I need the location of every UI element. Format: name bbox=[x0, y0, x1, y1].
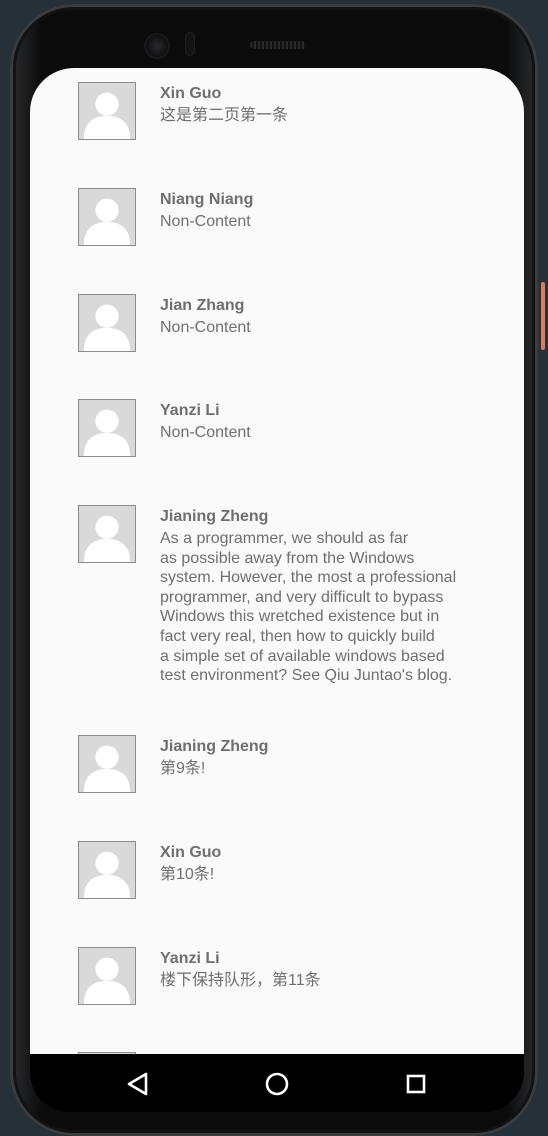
message-line: system. However, the most a professional bbox=[160, 569, 457, 587]
message-content: Non-Content bbox=[160, 212, 480, 232]
author-name: Yanzi Li bbox=[160, 950, 220, 967]
message-line: a simple set of available windows based bbox=[160, 647, 445, 665]
message-content: As a programmer, we should as far as pos… bbox=[160, 529, 480, 686]
default-user-avatar-icon bbox=[78, 947, 136, 1005]
recents-square-icon[interactable] bbox=[400, 1068, 432, 1100]
front-camera-icon bbox=[146, 35, 168, 57]
message-line: programmer, and very difficult to bypass bbox=[160, 588, 444, 606]
default-user-avatar-icon bbox=[78, 841, 136, 899]
message-content: 这是第二页第一条 bbox=[160, 106, 480, 126]
author-name: Jianing Zheng bbox=[160, 738, 269, 755]
message-line: as possible away from the Windows bbox=[160, 549, 415, 567]
message-content: 第9条! bbox=[160, 759, 480, 779]
message-content: 第10条! bbox=[160, 865, 480, 885]
message-line: fact very real, then how to quickly buil… bbox=[160, 627, 435, 645]
back-triangle-icon[interactable] bbox=[122, 1068, 154, 1100]
earpiece-speaker-icon bbox=[250, 41, 306, 49]
volume-button bbox=[542, 420, 545, 548]
default-user-avatar-icon bbox=[78, 399, 136, 457]
system-navigation-bar bbox=[30, 1054, 524, 1112]
power-button bbox=[541, 282, 545, 350]
author-name: Jianing Zheng bbox=[160, 508, 269, 525]
home-circle-icon[interactable] bbox=[261, 1068, 293, 1100]
author-name: Jian Zhang bbox=[160, 297, 245, 314]
message-content: 楼下保持队形，第11条 bbox=[160, 971, 480, 991]
default-user-avatar-icon bbox=[78, 505, 136, 563]
author-name: Xin Guo bbox=[160, 85, 222, 102]
proximity-sensor-icon bbox=[185, 32, 195, 56]
message-line: 第10条! bbox=[160, 866, 215, 883]
author-name: Niang Niang bbox=[160, 191, 254, 208]
message-line: Windows this wretched existence but in bbox=[160, 608, 440, 626]
author-name: Yanzi Li bbox=[160, 402, 220, 419]
default-user-avatar-icon bbox=[78, 735, 136, 793]
message-content: Non-Content bbox=[160, 423, 480, 443]
message-line: As a programmer, we should as far bbox=[160, 530, 409, 547]
message-line: test environment? See Qiu Juntao's blog. bbox=[160, 667, 453, 685]
message-line: Non-Content bbox=[160, 213, 251, 230]
message-line: 楼下保持队形，第11条 bbox=[160, 972, 321, 989]
default-user-avatar-icon bbox=[78, 82, 136, 140]
default-user-avatar-icon bbox=[78, 294, 136, 352]
message-line: 这是第二页第一条 bbox=[160, 107, 289, 124]
default-user-avatar-icon bbox=[78, 188, 136, 246]
message-line: Non-Content bbox=[160, 319, 251, 336]
author-name: Xin Guo bbox=[160, 844, 222, 861]
message-line: Non-Content bbox=[160, 424, 251, 441]
app-screen[interactable]: Xin Guo 这是第二页第一条 Niang Niang Non-Content… bbox=[30, 68, 524, 1054]
message-content: Non-Content bbox=[160, 318, 480, 338]
message-line: 第9条! bbox=[160, 760, 206, 777]
